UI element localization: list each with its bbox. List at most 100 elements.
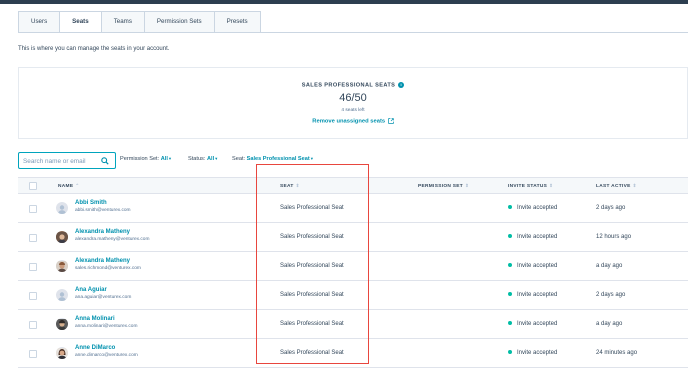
- status-dot-icon: [508, 263, 512, 268]
- user-email: ana.aguiar@venturex.com: [75, 295, 132, 300]
- table-row: Anne DiMarco anne.dimarco@venturex.com S…: [18, 339, 688, 368]
- seat-filter-value[interactable]: Sales Professional Seat: [247, 156, 310, 162]
- user-email: sales.richmond@venturex.com: [75, 266, 141, 271]
- sort-icon: ⇕: [549, 183, 554, 188]
- column-header-name-label: NAME: [58, 184, 74, 189]
- invite-status-label: Invite accepted: [517, 292, 558, 298]
- settings-tabs: Users Seats Teams Permission Sets Preset…: [18, 11, 261, 33]
- chevron-down-icon: ▾: [215, 156, 218, 161]
- user-photo-icon: [56, 319, 68, 330]
- tab-teams[interactable]: Teams: [100, 11, 144, 33]
- remove-unassigned-seats-label[interactable]: Remove unassigned seats: [312, 119, 385, 125]
- table-row: Alexandra Matheny alexandra.matheny@vent…: [18, 223, 688, 252]
- seat-cell: Sales Professional Seat: [280, 321, 344, 327]
- invite-status-label: Invite accepted: [517, 263, 558, 269]
- seat-cell: Sales Professional Seat: [280, 350, 344, 356]
- user-name-link[interactable]: Anna Molinari: [75, 316, 115, 322]
- sort-icon: ⇕: [295, 183, 300, 188]
- chevron-down-icon: ▾: [310, 156, 314, 161]
- last-active-cell: 12 hours ago: [596, 234, 632, 240]
- column-header-last-active[interactable]: LAST ACTIVE ⇕: [596, 183, 637, 189]
- status-filter[interactable]: Status: All▾: [188, 156, 217, 162]
- seats-left: 4 seats left: [341, 108, 365, 113]
- user-placeholder-icon: [58, 205, 66, 214]
- avatar: [56, 231, 68, 243]
- table-row: Anna Molinari anna.molinari@venturex.com…: [18, 310, 688, 339]
- row-checkbox[interactable]: [29, 292, 37, 300]
- status-filter-value[interactable]: All: [207, 156, 214, 162]
- tab-seats[interactable]: Seats: [59, 11, 101, 33]
- sort-icon: ⇕: [464, 183, 470, 188]
- search-input[interactable]: [23, 155, 97, 167]
- top-nav-bar: [0, 0, 688, 4]
- status-dot-icon: [508, 205, 512, 210]
- column-header-invite-status[interactable]: INVITE STATUS ⇕: [508, 183, 553, 189]
- seat-cell: Sales Professional Seat: [280, 234, 344, 240]
- row-checkbox[interactable]: [29, 205, 37, 213]
- invite-status-label: Invite accepted: [517, 205, 558, 211]
- tab-users[interactable]: Users: [18, 11, 60, 33]
- seat-cell: Sales Professional Seat: [280, 263, 344, 269]
- avatar: [56, 289, 68, 301]
- user-photo-icon: [56, 232, 68, 243]
- permission-set-filter[interactable]: Permission Set: All▾: [120, 156, 171, 162]
- invite-status-cell: Invite accepted: [508, 234, 557, 240]
- avatar: [56, 318, 68, 330]
- sort-icon: ⌃: [75, 183, 80, 188]
- avatar: [56, 202, 68, 214]
- last-active-cell: 2 days ago: [596, 205, 626, 211]
- seat-filter-label: Seat:: [232, 156, 246, 162]
- invite-status-cell: Invite accepted: [508, 321, 557, 327]
- sort-icon: ⇕: [632, 183, 637, 188]
- seat-filter[interactable]: Seat: Sales Professional Seat▾: [232, 156, 313, 162]
- permission-set-filter-value[interactable]: All: [161, 156, 168, 162]
- user-email: anne.dimarco@venturex.com: [75, 353, 138, 358]
- row-checkbox[interactable]: [29, 321, 37, 329]
- tab-permission-sets[interactable]: Permission Sets: [143, 11, 214, 33]
- user-name-link[interactable]: Alexandra Matheny: [75, 258, 130, 264]
- tab-divider: [18, 32, 688, 33]
- row-checkbox[interactable]: [29, 263, 37, 271]
- invite-status-label: Invite accepted: [517, 321, 558, 327]
- user-name-link[interactable]: Alexandra Matheny: [75, 229, 130, 235]
- tab-presets[interactable]: Presets: [213, 11, 261, 33]
- invite-status-cell: Invite accepted: [508, 350, 557, 356]
- column-header-name[interactable]: NAME ⌃: [58, 183, 79, 189]
- last-active-cell: a day ago: [596, 263, 623, 269]
- invite-status-cell: Invite accepted: [508, 292, 557, 298]
- column-header-permission-set[interactable]: PERMISSION SET ⇕: [418, 183, 469, 189]
- user-name-link[interactable]: Anne DiMarco: [75, 345, 115, 351]
- column-header-last-active-label: LAST ACTIVE: [596, 184, 631, 189]
- info-icon[interactable]: i: [398, 82, 405, 88]
- permission-set-filter-label: Permission Set:: [120, 156, 160, 162]
- search-icon[interactable]: [101, 157, 109, 165]
- user-name-link[interactable]: Abbi Smith: [75, 200, 107, 206]
- last-active-cell: 2 days ago: [596, 292, 626, 298]
- select-all-checkbox[interactable]: [29, 182, 37, 190]
- table-header: NAME ⌃ SEAT ⇕ PERMISSION SET ⇕ INVITE STATU…: [18, 177, 688, 194]
- status-dot-icon: [508, 321, 512, 326]
- invite-status-cell: Invite accepted: [508, 263, 557, 269]
- row-checkbox[interactable]: [29, 350, 37, 358]
- status-dot-icon: [508, 350, 512, 355]
- status-dot-icon: [508, 234, 512, 239]
- remove-unassigned-seats-link[interactable]: Remove unassigned seats: [19, 118, 687, 125]
- seat-summary-card: SALES PROFESSIONAL SEATS i 46/50 4 seats …: [18, 67, 688, 139]
- seat-count: 46/50: [339, 92, 367, 104]
- external-link-icon: [387, 118, 394, 124]
- user-placeholder-icon: [58, 292, 66, 301]
- user-email: abbi.smith@venturex.com: [75, 208, 131, 213]
- chevron-down-icon: ▾: [168, 156, 172, 161]
- status-filter-label: Status:: [188, 156, 206, 162]
- avatar: [56, 260, 68, 272]
- table-row: Abbi Smith abbi.smith@venturex.com Sales…: [18, 194, 688, 223]
- user-name-link[interactable]: Ana Aguiar: [75, 287, 107, 293]
- seat-summary-title: SALES PROFESSIONAL SEATS: [301, 82, 396, 89]
- status-dot-icon: [508, 292, 512, 297]
- table-row: Alexandra Matheny sales.richmond@venture…: [18, 252, 688, 281]
- invite-status-label: Invite accepted: [517, 234, 558, 240]
- row-checkbox[interactable]: [29, 234, 37, 242]
- column-header-seat[interactable]: SEAT ⇕: [280, 183, 300, 189]
- invite-status-cell: Invite accepted: [508, 205, 557, 211]
- user-photo-icon: [56, 261, 68, 272]
